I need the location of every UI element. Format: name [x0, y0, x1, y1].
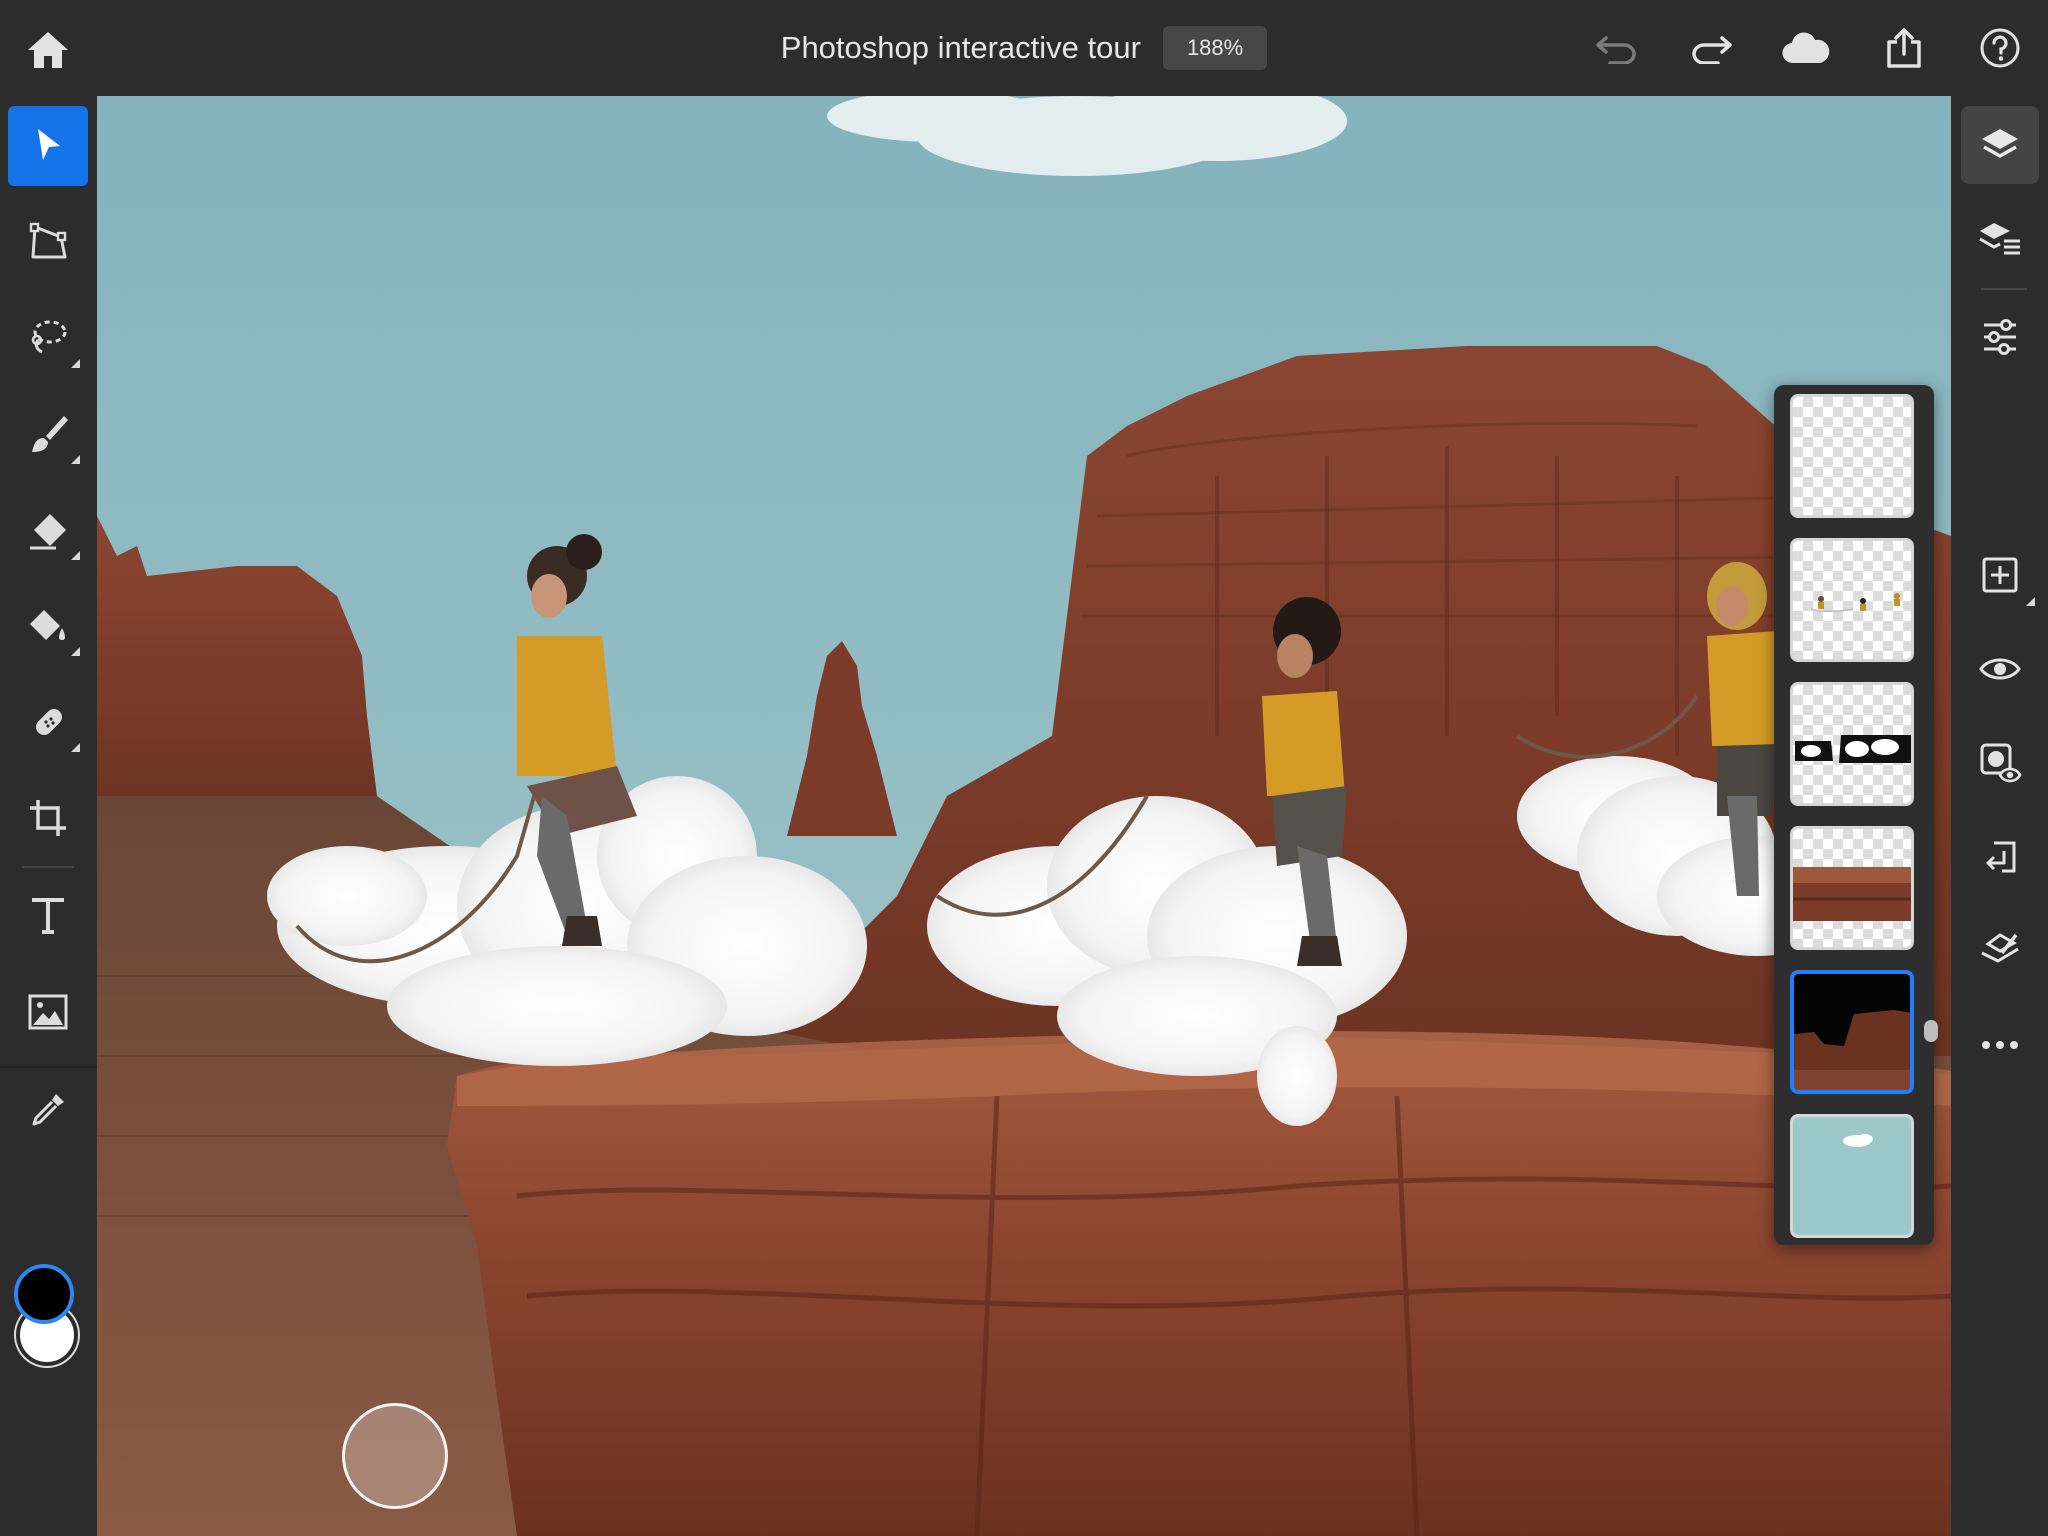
layers-panel — [1774, 385, 1934, 1245]
import-icon — [1986, 841, 2016, 873]
fill-tool[interactable] — [8, 586, 88, 666]
sliders-icon — [1984, 319, 2016, 355]
layer-thumbnail-2[interactable] — [1790, 538, 1914, 662]
submenu-indicator — [71, 455, 80, 464]
touch-loupe[interactable] — [342, 1403, 448, 1509]
toolbar-divider — [0, 1066, 97, 1068]
adjustments-button[interactable] — [1961, 298, 2039, 376]
rock-thumbnail — [1793, 867, 1911, 921]
mask-button[interactable] — [1961, 724, 2039, 802]
layer-details-button[interactable] — [1961, 200, 2039, 278]
layer-details-icon — [1979, 223, 2020, 255]
undo-button[interactable] — [1590, 22, 1642, 74]
layers-icon — [1982, 129, 2018, 158]
more-icon — [1982, 1041, 2018, 1049]
eye-icon — [1979, 658, 2021, 680]
select-tool[interactable] — [8, 106, 88, 186]
submenu-indicator — [71, 359, 80, 368]
foreground-color-swatch[interactable] — [14, 1264, 74, 1324]
mask-visibility-icon — [1980, 743, 2022, 783]
help-button[interactable] — [1974, 22, 2026, 74]
visibility-button[interactable] — [1961, 630, 2039, 708]
redo-icon — [1692, 36, 1732, 64]
eyedropper-tool[interactable] — [8, 1070, 88, 1150]
layer-drag-handle[interactable] — [1924, 1020, 1938, 1042]
image-icon — [28, 994, 68, 1030]
sky-thumbnail — [1793, 1117, 1911, 1235]
home-icon — [28, 32, 68, 68]
top-bar: Photoshop interactive tour 188% — [0, 0, 2048, 96]
layer-thumbnail-3[interactable] — [1790, 682, 1914, 806]
layer-eraser-icon — [1981, 933, 2019, 963]
add-layer-button[interactable] — [1961, 536, 2039, 614]
submenu-indicator — [71, 551, 80, 560]
eraser-tool[interactable] — [8, 490, 88, 570]
help-icon — [1980, 28, 2020, 68]
submenu-indicator — [71, 647, 80, 656]
layer-thumbnail-4[interactable] — [1790, 826, 1914, 950]
paint-bucket-icon — [30, 610, 65, 640]
transform-tool[interactable] — [8, 202, 88, 282]
cloud-icon — [1782, 32, 1830, 64]
right-toolbar — [1951, 96, 2048, 1536]
place-image-tool[interactable] — [8, 972, 88, 1052]
eraser-icon — [30, 514, 66, 550]
foreground-cliff — [447, 1036, 1951, 1536]
bandage-icon — [36, 709, 62, 735]
children-thumbnail — [1810, 593, 1900, 613]
cloud-mask-thumbnail — [1795, 735, 1911, 763]
arrow-cursor-icon — [38, 129, 60, 160]
type-icon — [32, 898, 64, 934]
undo-icon — [1596, 36, 1636, 64]
crop-icon — [30, 800, 66, 836]
clear-layer-button[interactable] — [1961, 912, 2039, 990]
share-icon — [1887, 28, 1921, 68]
toolbar-divider — [22, 866, 74, 868]
mesa-thumbnail — [1794, 974, 1910, 1090]
healing-tool[interactable] — [8, 682, 88, 762]
cloud-button[interactable] — [1780, 22, 1832, 74]
lasso-icon — [31, 320, 67, 354]
add-layer-icon — [1982, 557, 2018, 593]
home-button[interactable] — [24, 26, 72, 74]
document-canvas[interactable] — [97, 96, 1951, 1536]
redo-button[interactable] — [1686, 22, 1738, 74]
canvas-artwork — [97, 96, 1951, 1536]
submenu-indicator — [71, 743, 80, 752]
eyedropper-icon — [32, 1094, 64, 1126]
layers-button[interactable] — [1961, 106, 2039, 184]
transform-icon — [29, 222, 67, 259]
import-button[interactable] — [1961, 818, 2039, 896]
layer-thumbnail-5[interactable] — [1790, 970, 1914, 1094]
panel-divider — [1981, 288, 2027, 290]
more-options-button[interactable] — [1961, 1006, 2039, 1084]
lasso-tool[interactable] — [8, 298, 88, 378]
brush-tool[interactable] — [8, 394, 88, 474]
zoom-level[interactable]: 188% — [1162, 26, 1268, 70]
type-tool[interactable] — [8, 876, 88, 956]
left-toolbar — [0, 96, 97, 1536]
submenu-indicator — [2026, 597, 2035, 606]
crop-tool[interactable] — [8, 778, 88, 858]
document-title[interactable]: Photoshop interactive tour — [781, 30, 1141, 66]
layer-thumbnail-6[interactable] — [1790, 1114, 1914, 1238]
brush-icon — [32, 416, 68, 452]
layer-thumbnail-1[interactable] — [1790, 394, 1914, 518]
share-button[interactable] — [1878, 22, 1930, 74]
